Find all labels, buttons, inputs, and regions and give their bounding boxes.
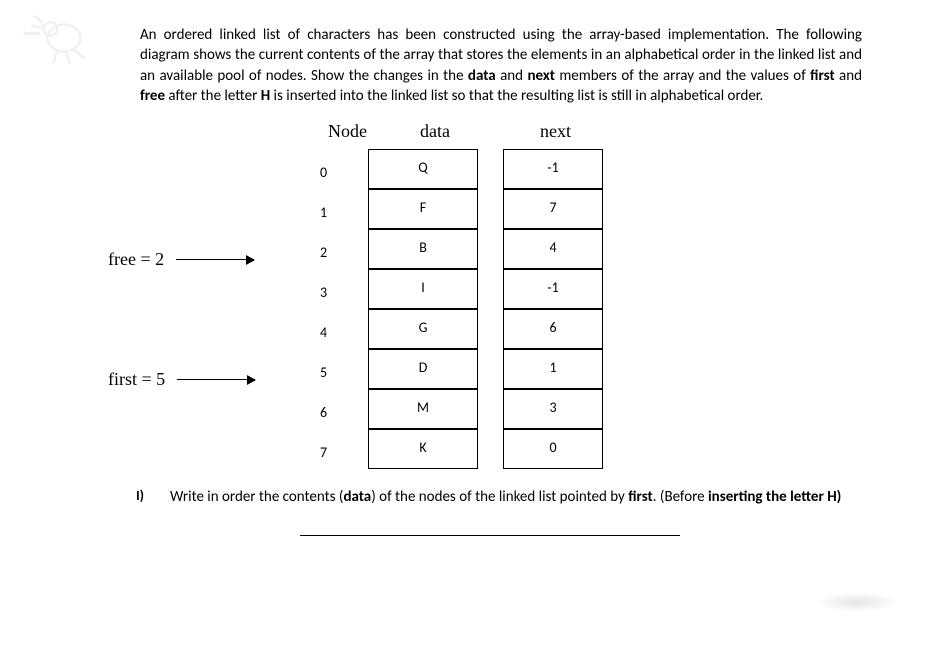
- table-row: 4G6: [320, 309, 882, 349]
- data-cell: G: [368, 309, 478, 349]
- next-cell: 6: [503, 309, 603, 349]
- next-cell: 3: [503, 389, 603, 429]
- table-row: 5D1: [320, 349, 882, 389]
- row-index: 6: [320, 398, 348, 421]
- first-pointer: first = 5: [108, 369, 255, 390]
- col-header-data: data: [420, 121, 450, 142]
- row-index: 7: [320, 438, 348, 461]
- data-cell: Q: [368, 149, 478, 189]
- row-index: 4: [320, 318, 348, 341]
- table-row: 6M3: [320, 389, 882, 429]
- next-cell: 0: [503, 429, 603, 469]
- arrow-icon: [177, 379, 255, 380]
- question-text: Write in order the contents (data) of th…: [170, 487, 862, 507]
- data-cell: F: [368, 189, 478, 229]
- table-row: 7K0: [320, 429, 882, 469]
- next-cell: 4: [503, 229, 603, 269]
- row-index: 0: [320, 158, 348, 181]
- page-smudge: [817, 592, 897, 612]
- data-cell: D: [368, 349, 478, 389]
- data-cell: M: [368, 389, 478, 429]
- answer-blank-line: [300, 535, 680, 536]
- row-index: 1: [320, 198, 348, 221]
- col-header-next: next: [540, 121, 571, 142]
- next-cell: -1: [503, 149, 603, 189]
- first-label: first = 5: [108, 369, 165, 390]
- node-array-diagram: Node data next free = 2 first = 5 0Q-11F…: [40, 121, 882, 469]
- table-row: 2B4: [320, 229, 882, 269]
- data-cell: B: [368, 229, 478, 269]
- question-number: I): [110, 487, 170, 507]
- row-index: 3: [320, 278, 348, 301]
- data-cell: K: [368, 429, 478, 469]
- table-row: 0Q -1: [320, 149, 882, 189]
- row-index: 2: [320, 238, 348, 261]
- row-index: 5: [320, 358, 348, 381]
- data-cell: I: [368, 269, 478, 309]
- node-table: 0Q-11F72B43I-14G65D16M37K0: [320, 149, 882, 469]
- free-pointer: free = 2: [108, 249, 254, 270]
- next-cell: 7: [503, 189, 603, 229]
- next-cell: 1: [503, 349, 603, 389]
- question-1: I) Write in order the contents (data) of…: [110, 487, 862, 507]
- arrow-icon: [176, 259, 254, 260]
- next-cell: -1: [503, 269, 603, 309]
- table-row: 1F7: [320, 189, 882, 229]
- table-row: 3I -1: [320, 269, 882, 309]
- problem-statement: An ordered linked list of characters has…: [140, 25, 862, 106]
- free-label: free = 2: [108, 249, 164, 270]
- col-header-node: Node: [328, 121, 367, 142]
